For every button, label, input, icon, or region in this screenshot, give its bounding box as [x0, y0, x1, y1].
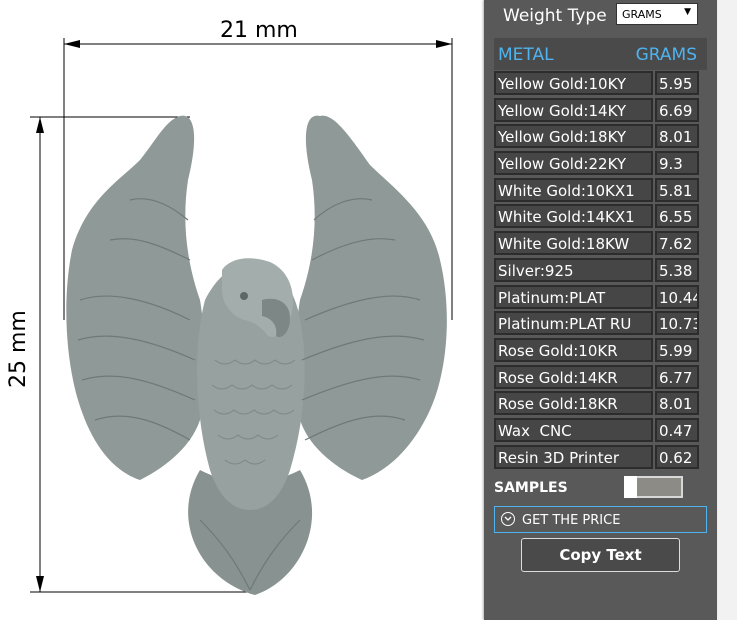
- metal-cell: Yellow Gold:18KY: [494, 124, 653, 149]
- grams-cell: 8.01: [655, 124, 699, 149]
- metal-cell: Yellow Gold:10KY: [494, 71, 653, 95]
- grams-cell: 0.47: [655, 417, 699, 442]
- model-viewport: 21 mm 25 mm: [0, 0, 484, 620]
- grams-cell: 0.62: [655, 444, 699, 469]
- metal-cell: Silver:925: [494, 257, 653, 282]
- grams-cell: 10.73: [655, 311, 699, 336]
- metal-cell: White Gold:18KW: [494, 231, 653, 256]
- table-header: METAL GRAMS: [494, 38, 707, 70]
- weight-panel: Weight Type GRAMS ▼ METAL GRAMS Yellow G…: [484, 0, 717, 620]
- grams-cell: 9.3: [655, 151, 699, 176]
- header-metal: METAL: [498, 45, 554, 65]
- grams-cell: 5.99: [655, 337, 699, 362]
- grams-cell: 7.62: [655, 231, 699, 256]
- panel-edge: [717, 0, 737, 620]
- metal-cell: Rose Gold:18KR: [494, 391, 653, 416]
- get-price-button[interactable]: GET THE PRICE: [494, 506, 707, 533]
- grams-cell: 6.55: [655, 204, 699, 229]
- grams-cell: 6.69: [655, 97, 699, 122]
- copy-text-button[interactable]: Copy Text: [521, 538, 680, 572]
- metal-cell: Platinum:PLAT: [494, 284, 653, 309]
- metal-cell: Wax CNC: [494, 417, 653, 442]
- width-dimension-label: 21 mm: [220, 18, 298, 43]
- eagle-drawing: [30, 38, 453, 595]
- metal-cell: White Gold:14KX1: [494, 204, 653, 229]
- metal-cell: White Gold:10KX1: [494, 177, 653, 202]
- weight-type-value: GRAMS: [622, 8, 662, 21]
- weight-type-label: Weight Type: [503, 6, 607, 26]
- height-dimension-label: 25 mm: [6, 310, 31, 388]
- weight-type-select[interactable]: GRAMS ▼: [616, 3, 698, 25]
- chevron-down-icon: [501, 512, 515, 526]
- header-grams: GRAMS: [635, 45, 697, 65]
- metal-cell: Platinum:PLAT RU: [494, 311, 653, 336]
- eagle-model: [66, 115, 447, 595]
- samples-label: SAMPLES: [494, 480, 568, 496]
- metal-cell: Rose Gold:14KR: [494, 364, 653, 389]
- get-price-label: GET THE PRICE: [522, 513, 621, 528]
- dropdown-arrow-icon: ▼: [684, 7, 691, 17]
- samples-toggle-knob[interactable]: [624, 476, 637, 498]
- grams-cell: 5.38: [655, 257, 699, 282]
- grams-cell: 5.95: [655, 71, 699, 95]
- metal-cell: Resin 3D Printer: [494, 444, 653, 469]
- grams-cell: 5.81: [655, 177, 699, 202]
- metal-cell: Yellow Gold:14KY: [494, 97, 653, 122]
- grams-cell: 10.44: [655, 284, 699, 309]
- metal-cell: Yellow Gold:22KY: [494, 151, 653, 176]
- metal-cell: Rose Gold:10KR: [494, 337, 653, 362]
- grams-cell: 8.01: [655, 391, 699, 416]
- grams-cell: 6.77: [655, 364, 699, 389]
